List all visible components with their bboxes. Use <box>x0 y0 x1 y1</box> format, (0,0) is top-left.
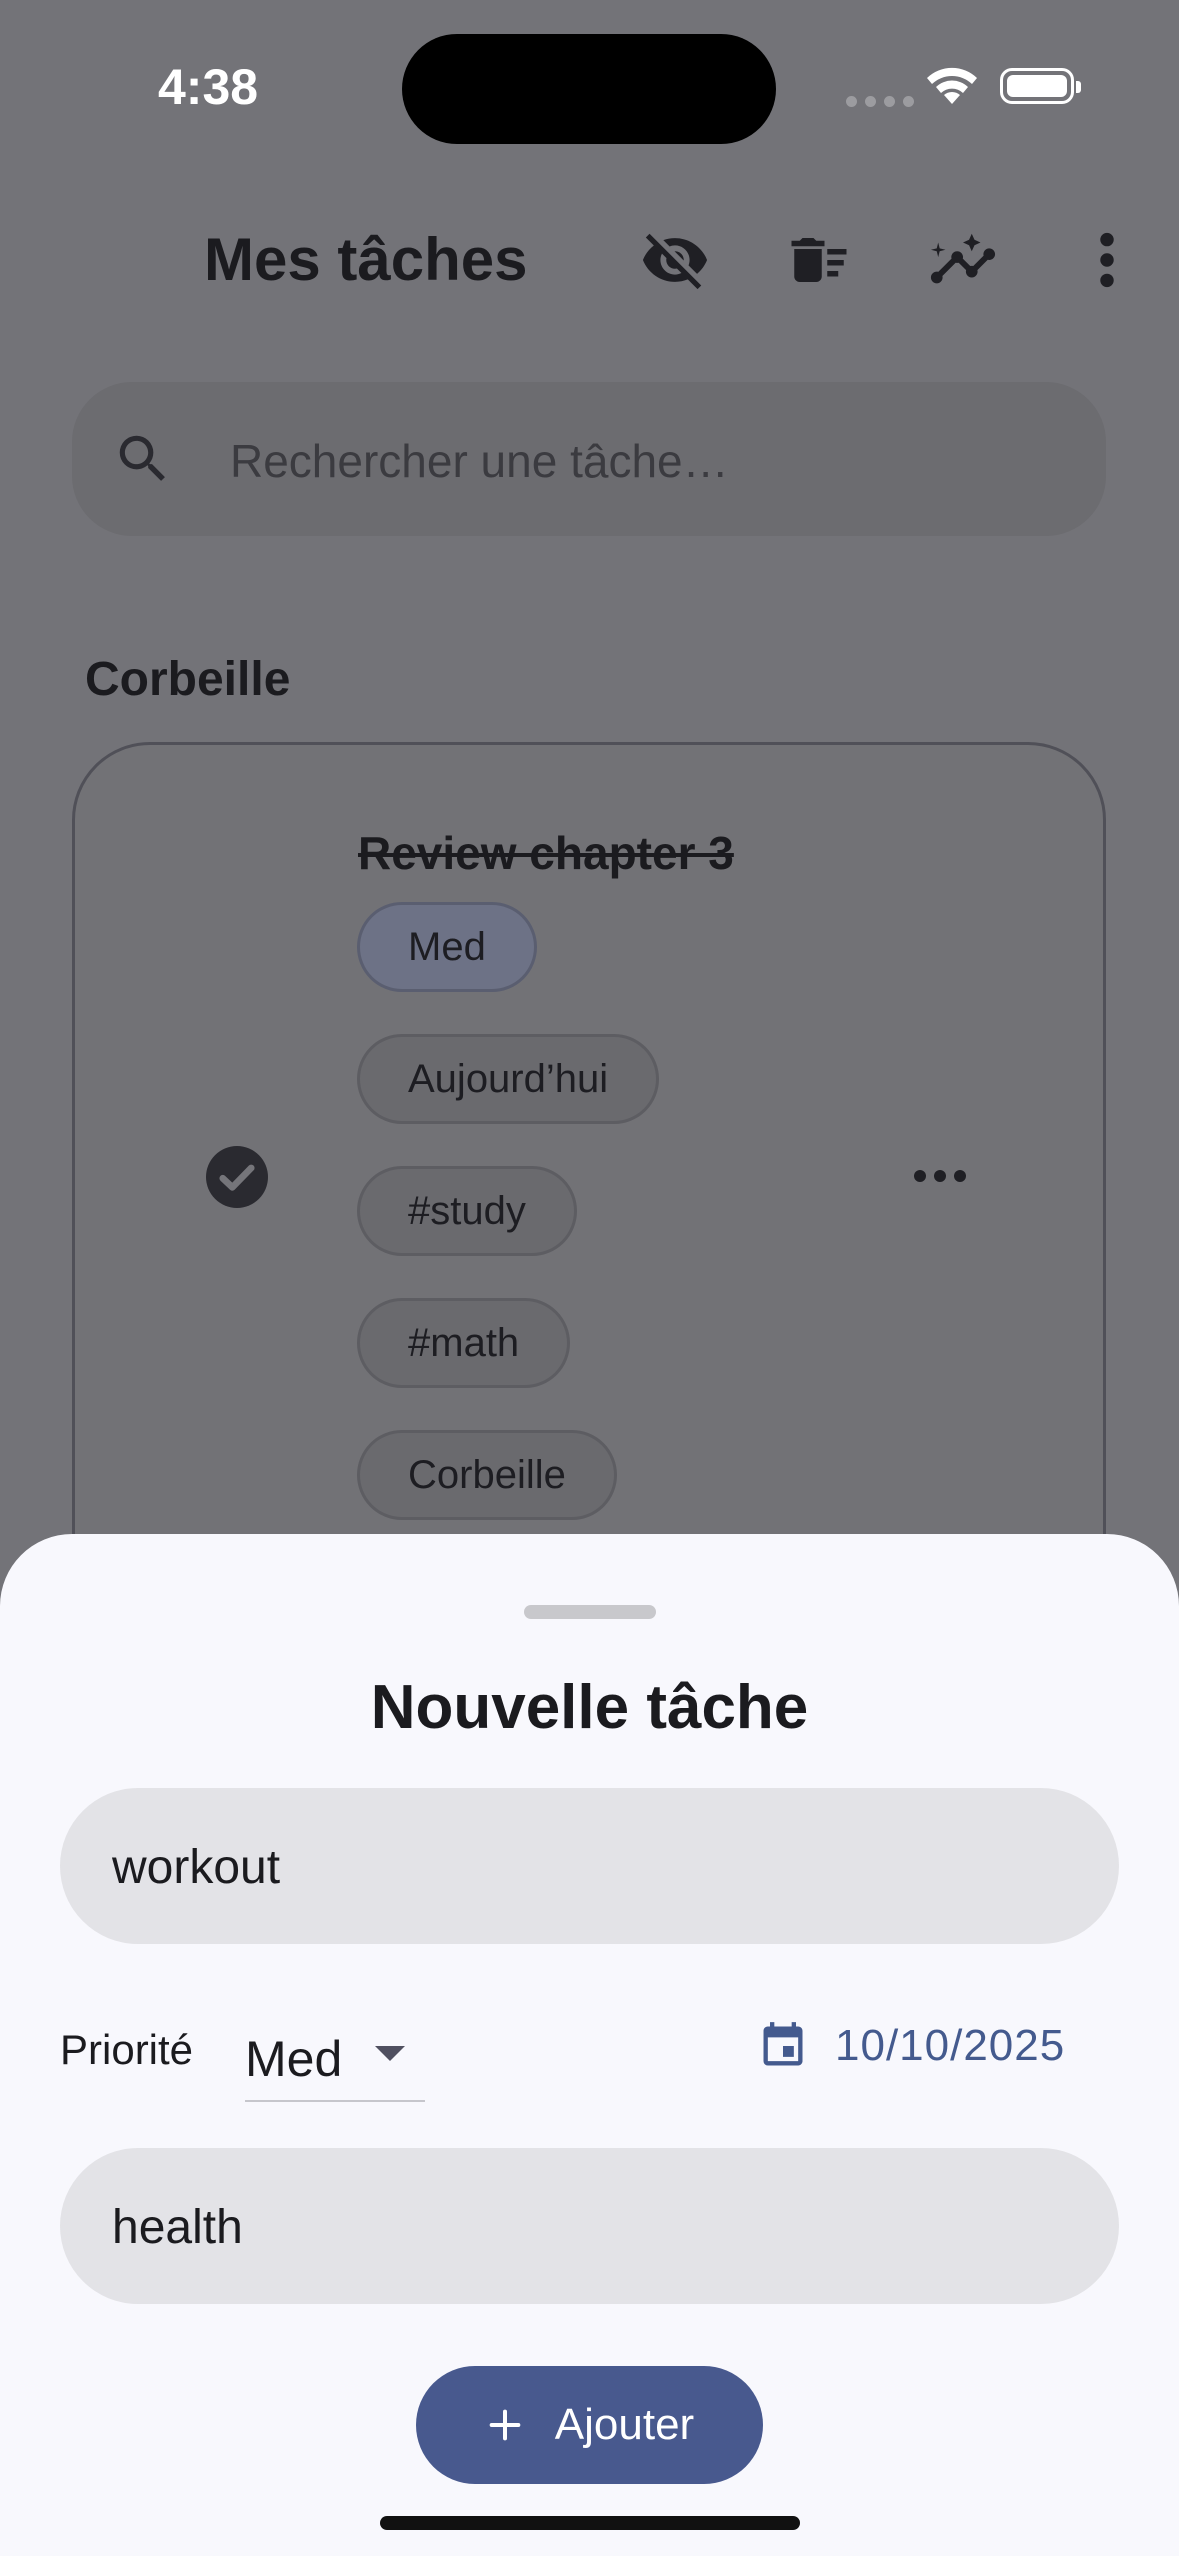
tags-input[interactable] <box>110 2188 1054 2266</box>
delete-sweep-icon <box>791 238 847 282</box>
tag-chip-math[interactable]: #math <box>357 1298 571 1388</box>
task-title-field[interactable] <box>60 1788 1119 1944</box>
delete-sweep-button[interactable] <box>774 215 864 305</box>
battery-icon <box>1000 68 1081 104</box>
eye-off-icon <box>642 233 708 290</box>
search-icon <box>119 435 165 481</box>
hide-completed-button[interactable] <box>630 215 720 305</box>
priority-value: Med <box>245 2031 343 2087</box>
more-horiz-icon[interactable] <box>910 1160 970 1192</box>
due-date-chip[interactable]: Aujourd’hui <box>357 1034 660 1124</box>
home-indicator[interactable] <box>380 2516 800 2530</box>
sheet-title: Nouvelle tâche <box>370 1673 809 1742</box>
dynamic-island <box>402 34 776 144</box>
priority-chip[interactable]: Med <box>357 902 537 992</box>
section-title: Corbeille <box>85 653 291 706</box>
search-input[interactable] <box>228 422 1052 500</box>
dropdown-arrow-icon <box>375 2046 405 2061</box>
priority-label: Priorité <box>60 2026 194 2073</box>
search-bar[interactable] <box>72 382 1106 536</box>
calendar-icon <box>763 2022 803 2066</box>
insights-icon <box>930 233 996 284</box>
tags-field[interactable] <box>60 2148 1119 2304</box>
cellular-signal-icon <box>846 96 914 107</box>
more-menu-button[interactable] <box>1062 215 1152 305</box>
wifi-icon <box>927 67 977 104</box>
due-date-text: 10/10/2025 <box>835 2021 1066 2070</box>
add-button-label: Ajouter <box>554 2400 695 2449</box>
drag-handle[interactable] <box>524 1605 656 1619</box>
trash-chip[interactable]: Corbeille <box>357 1430 617 1520</box>
more-vert-icon <box>1100 232 1114 288</box>
plus-icon <box>489 2409 521 2441</box>
task-title: Review chapter 3 <box>358 827 734 879</box>
tag-chip-study[interactable]: #study <box>357 1166 577 1256</box>
task-title-input[interactable] <box>110 1828 1054 1906</box>
priority-dropdown[interactable]: Med <box>245 2018 425 2102</box>
add-task-button[interactable]: Ajouter <box>416 2366 763 2484</box>
status-time: 4:38 <box>158 59 259 115</box>
checked-circle-icon[interactable] <box>206 1146 268 1208</box>
page-title: Mes tâches <box>204 226 528 293</box>
date-picker-button[interactable]: 10/10/2025 <box>757 2020 1065 2072</box>
insights-button[interactable] <box>918 215 1008 305</box>
